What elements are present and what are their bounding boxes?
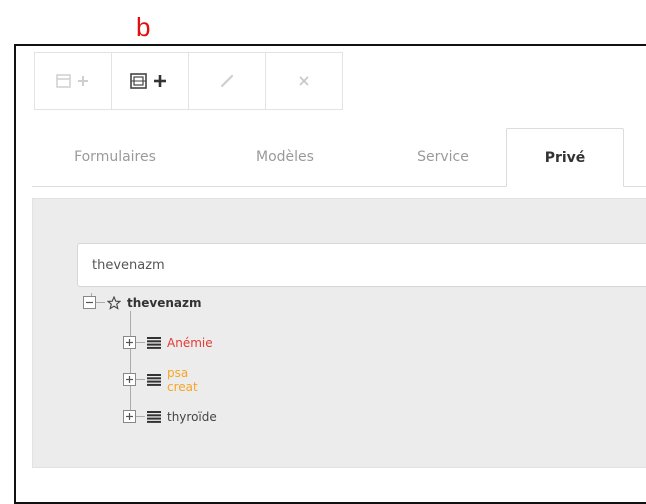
list-icon xyxy=(147,374,161,386)
tree-node-thyroide-label: thyroïde xyxy=(167,410,217,424)
expand-icon[interactable] xyxy=(123,410,147,424)
tree-node-psa-creat-label: psa creat xyxy=(167,366,198,394)
expand-icon[interactable] xyxy=(123,336,147,350)
app-frame: Formulaires Modèles Service Privé theven… xyxy=(14,44,646,504)
annotation-b: b xyxy=(136,12,151,42)
close-icon xyxy=(298,75,310,87)
expand-icon[interactable] xyxy=(123,373,147,387)
tab-modeles[interactable]: Modèles xyxy=(228,128,342,186)
star-outline-icon xyxy=(107,296,121,310)
pencil-icon xyxy=(220,74,234,88)
add-template-button[interactable] xyxy=(111,52,189,110)
add-form-button[interactable] xyxy=(34,52,112,110)
delete-button[interactable] xyxy=(265,52,343,110)
edit-button[interactable] xyxy=(188,52,266,110)
tree-node-root-label: thevenazm xyxy=(127,296,202,310)
tree-node-anemie-label: Anémie xyxy=(167,336,213,350)
list-icon xyxy=(147,411,161,423)
tree-node-thyroide[interactable]: thyroïde xyxy=(123,408,217,426)
search-input[interactable] xyxy=(77,243,646,287)
add-form-icon xyxy=(56,73,90,89)
list-icon xyxy=(147,337,161,349)
tree-panel: thevenazm thevenazm Anémie psa creat thy… xyxy=(32,198,646,468)
collapse-icon[interactable] xyxy=(83,296,107,310)
tree-node-root[interactable]: thevenazm xyxy=(83,294,202,312)
tab-service[interactable]: Service xyxy=(388,128,498,186)
tab-bar: Formulaires Modèles Service Privé xyxy=(32,128,646,187)
tree-node-anemie[interactable]: Anémie xyxy=(123,334,213,352)
tab-formulaires[interactable]: Formulaires xyxy=(52,128,178,186)
toolbar xyxy=(34,52,343,110)
tab-prive[interactable]: Privé xyxy=(506,128,624,187)
add-template-icon xyxy=(130,72,170,90)
tree-node-psa-creat[interactable]: psa creat xyxy=(123,366,198,394)
tree-connector xyxy=(130,311,131,415)
